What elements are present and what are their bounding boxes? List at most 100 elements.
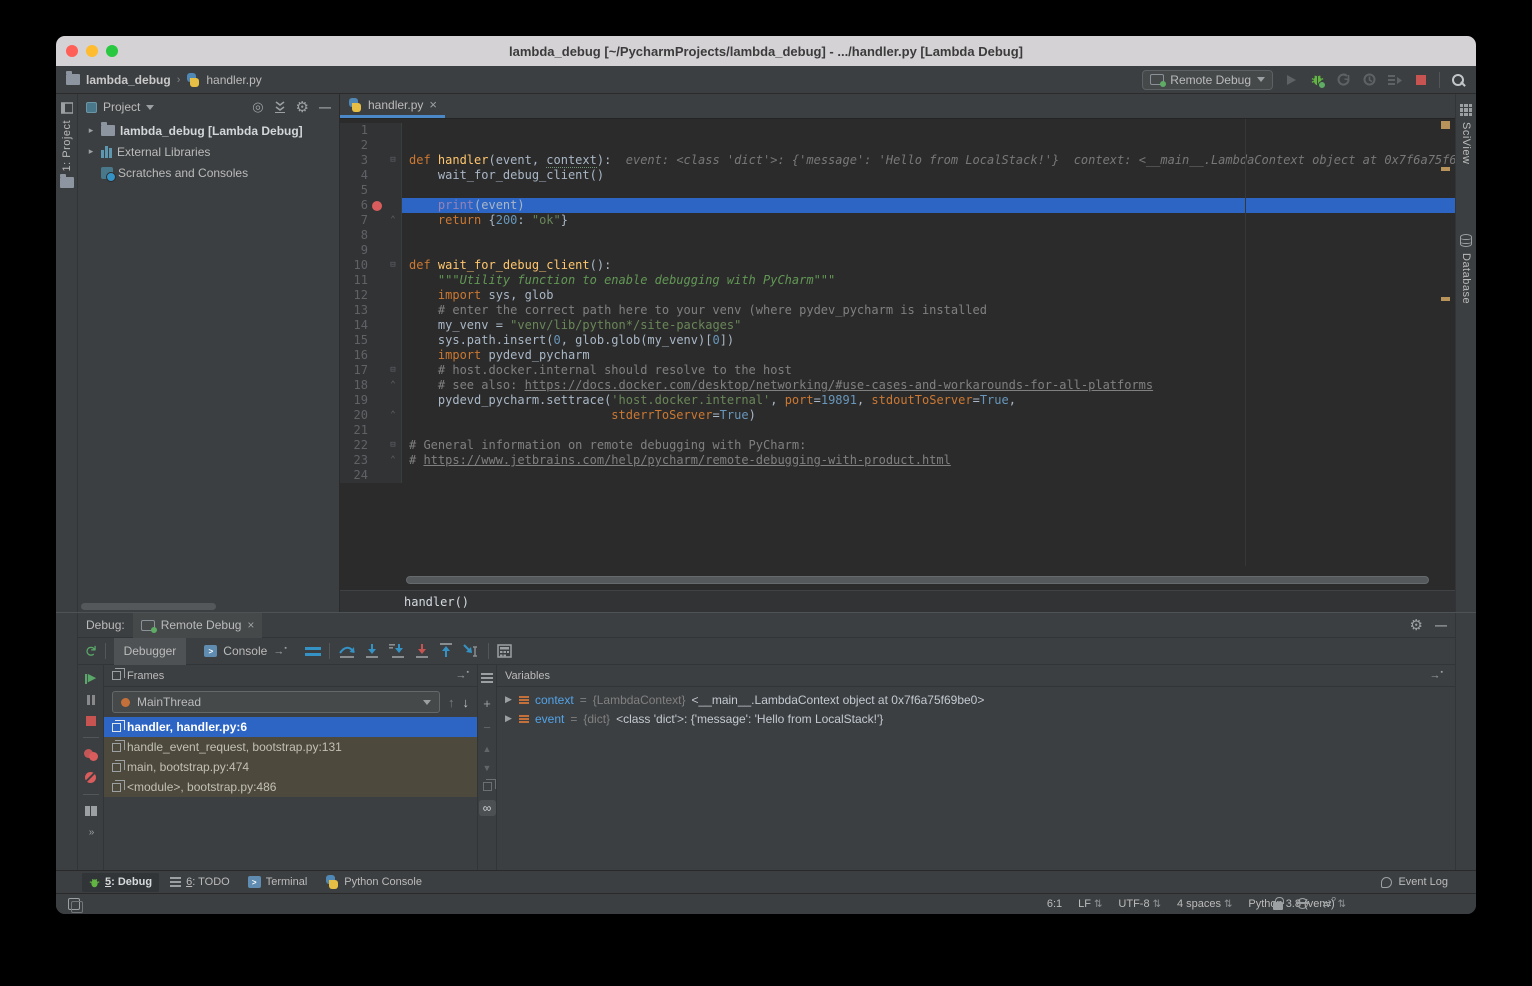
watches-menu-icon[interactable] (481, 673, 493, 683)
fold-marker[interactable]: ⌃ (386, 378, 400, 393)
gutter[interactable]: 5 (340, 183, 402, 198)
line-separator-selector[interactable]: LF⇅ (1078, 898, 1102, 910)
code-line[interactable]: 10⊟def wait_for_debug_client(): (340, 258, 1455, 273)
run-configuration-dropdown[interactable]: Remote Debug (1142, 70, 1273, 90)
project-horizontal-scrollbar[interactable] (81, 603, 216, 610)
coverage-button[interactable] (1361, 72, 1377, 88)
gutter[interactable]: 12 (340, 288, 402, 303)
code-line[interactable]: 23⌃# https://www.jetbrains.com/help/pych… (340, 453, 1455, 468)
move-watch-up-button[interactable]: ▲ (483, 744, 492, 754)
spy-icon[interactable] (1297, 898, 1308, 909)
code-line[interactable]: 5 (340, 183, 1455, 198)
code-line[interactable]: 16 import pydevd_pycharm (340, 348, 1455, 363)
error-stripe-mark[interactable] (1441, 297, 1450, 301)
encoding-selector[interactable]: UTF-8⇅ (1118, 898, 1161, 910)
fold-marker[interactable] (386, 138, 400, 153)
indent-selector[interactable]: 4 spaces⇅ (1177, 898, 1232, 910)
code-line[interactable]: 19 pydevd_pycharm.settrace('host.docker.… (340, 393, 1455, 408)
view-breakpoints-button[interactable] (84, 749, 98, 761)
fold-marker[interactable] (386, 393, 400, 408)
fold-marker[interactable]: ⊟ (386, 258, 400, 273)
fold-marker[interactable] (386, 228, 400, 243)
vcs-icon[interactable]: ⇄? (1322, 896, 1336, 911)
code-line[interactable]: 22⊟# General information on remote debug… (340, 438, 1455, 453)
code-line[interactable]: 24 (340, 468, 1455, 483)
restore-layout-button[interactable] (85, 806, 97, 816)
expand-arrow-icon[interactable]: ▸ (86, 125, 96, 136)
rerun-button[interactable]: ↻ (81, 645, 99, 658)
step-over-button[interactable] (338, 643, 356, 659)
tree-item[interactable]: ▸lambda_debug [Lambda Debug] (78, 120, 339, 141)
tool-window-quick-access-icon[interactable] (68, 898, 80, 910)
fold-marker[interactable]: ⌃ (386, 213, 400, 228)
fold-marker[interactable] (386, 318, 400, 333)
tool-window-button-pythonconsole[interactable]: Python Console (318, 873, 429, 892)
search-everywhere-button[interactable] (1450, 72, 1466, 88)
duplicate-watch-button[interactable] (483, 782, 492, 791)
move-watch-down-button[interactable]: ▼ (483, 763, 492, 773)
code-line[interactable]: 11 """Utility function to enable debuggi… (340, 273, 1455, 288)
resume-button[interactable]: ▶ (85, 673, 96, 684)
code-line[interactable]: 13 # enter the correct path here to your… (340, 303, 1455, 318)
gutter[interactable]: 17⊟ (340, 363, 402, 378)
fold-marker[interactable]: ⊟ (386, 438, 400, 453)
tab-debugger[interactable]: Debugger (114, 638, 187, 665)
stop-button[interactable] (86, 716, 96, 726)
gutter[interactable]: 22⊟ (340, 438, 402, 453)
debug-button[interactable] (1309, 72, 1325, 88)
tool-window-button-todo[interactable]: 6: TODO (163, 873, 237, 892)
expand-arrow-icon[interactable]: ▶ (505, 694, 513, 705)
tree-item[interactable]: ▸External Libraries (78, 141, 339, 162)
gutter[interactable]: 24 (340, 468, 402, 483)
mute-breakpoints-button[interactable] (85, 772, 96, 783)
fold-marker[interactable] (386, 243, 400, 258)
code-line[interactable]: 14 my_venv = "venv/lib/python*/site-pack… (340, 318, 1455, 333)
stack-frame-row[interactable]: main, bootstrap.py:474 (104, 757, 477, 777)
tree-item[interactable]: Scratches and Consoles (78, 162, 339, 183)
run-to-cursor-button[interactable] (462, 643, 480, 659)
stop-button[interactable] (1413, 72, 1429, 88)
tab-handler-py[interactable]: handler.py × (340, 94, 445, 118)
fold-marker[interactable]: ⌃ (386, 408, 400, 423)
fold-marker[interactable] (386, 273, 400, 288)
variable-row[interactable]: ▶context = {LambdaContext} <__main__.Lam… (497, 690, 1455, 709)
code-line[interactable]: 18⌃ # see also: https://docs.docker.com/… (340, 378, 1455, 393)
stack-frame-row[interactable]: handler, handler.py:6 (104, 717, 477, 737)
gutter[interactable]: 13 (340, 303, 402, 318)
hide-panel-button[interactable]: — (319, 100, 331, 114)
code-line[interactable]: 15 sys.path.insert(0, glob.glob(my_venv)… (340, 333, 1455, 348)
code-line[interactable]: 6 print(event) (340, 198, 1455, 213)
error-stripe-mark[interactable] (1441, 121, 1450, 129)
sidebar-item-database[interactable]: Database (1460, 234, 1472, 304)
code-line[interactable]: 12 import sys, glob (340, 288, 1455, 303)
gutter[interactable]: 18⌃ (340, 378, 402, 393)
tool-window-button-terminal[interactable]: >Terminal (241, 873, 315, 892)
gutter[interactable]: 2 (340, 138, 402, 153)
float-icon[interactable]: →▪ (456, 669, 469, 682)
fold-marker[interactable] (386, 468, 400, 483)
float-icon[interactable]: →▪ (1430, 669, 1443, 682)
gutter[interactable]: 23⌃ (340, 453, 402, 468)
collapse-all-button[interactable] (274, 101, 286, 113)
fold-marker[interactable]: ⊟ (386, 363, 400, 378)
gutter[interactable]: 11 (340, 273, 402, 288)
expand-arrow-icon[interactable]: ▶ (505, 713, 513, 724)
code-line[interactable]: 4 wait_for_debug_client() (340, 168, 1455, 183)
more-actions-button[interactable]: » (89, 827, 93, 838)
gutter[interactable]: 4 (340, 168, 402, 183)
code-line[interactable]: 21 (340, 423, 1455, 438)
sidebar-item-project[interactable]: 1: Project (60, 102, 74, 188)
step-out-button[interactable] (414, 643, 430, 659)
expand-arrow-icon[interactable]: ▸ (86, 146, 96, 157)
gutter[interactable]: 14 (340, 318, 402, 333)
gutter[interactable]: 6 (340, 198, 402, 213)
breadcrumb-file[interactable]: handler.py (206, 73, 261, 87)
previous-frame-button[interactable]: ↑ (448, 695, 455, 710)
fold-marker[interactable] (386, 168, 400, 183)
project-panel-title[interactable]: Project (103, 100, 140, 114)
fold-marker[interactable] (386, 123, 400, 138)
fold-marker[interactable]: ⌃ (386, 453, 400, 468)
debug-session-tab[interactable]: Remote Debug × (133, 613, 263, 638)
evaluate-expression-button[interactable] (497, 644, 512, 658)
thread-dropdown[interactable]: MainThread (112, 691, 440, 713)
